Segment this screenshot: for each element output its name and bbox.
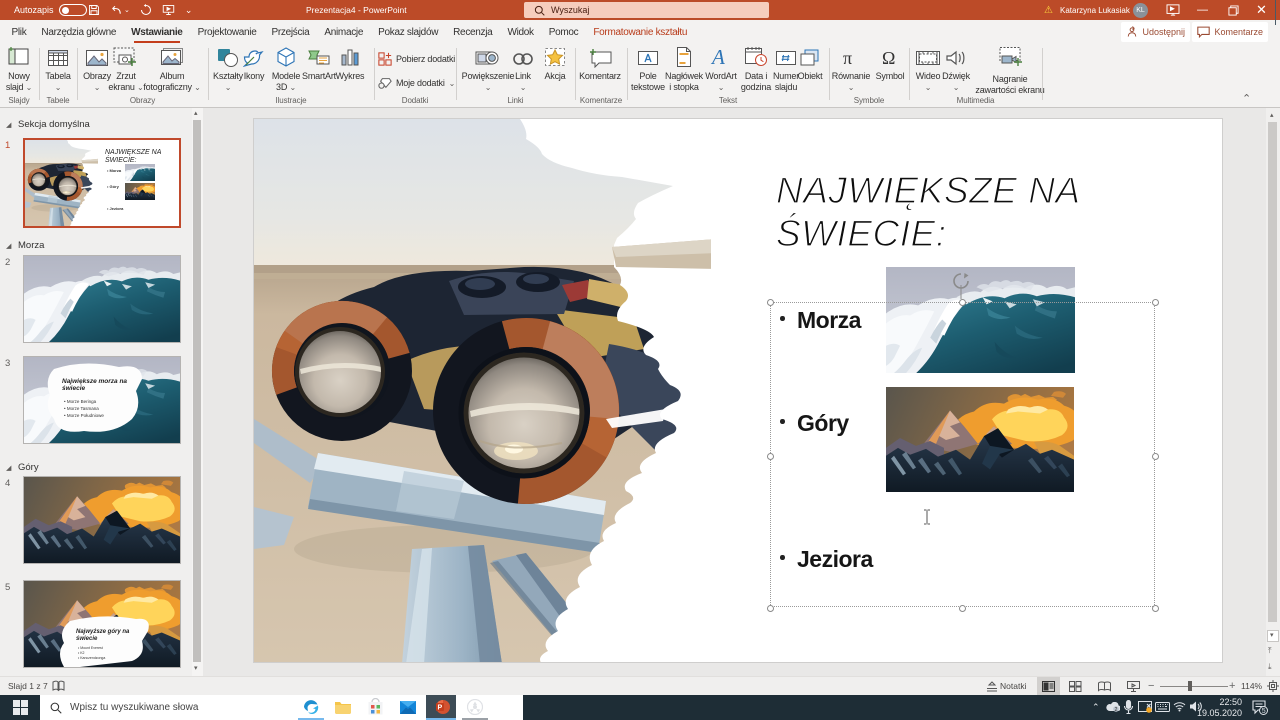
svg-text:świecie: świecie [76, 636, 98, 642]
svg-text:5: 5 [1262, 708, 1266, 715]
svg-text:• Morze Beringa: • Morze Beringa [64, 399, 97, 404]
svg-text:• Jeziora: • Jeziora [107, 206, 124, 211]
svg-text:• Mount Everest: • Mount Everest [78, 646, 103, 650]
svg-text:Największe morza na: Największe morza na [62, 378, 127, 385]
svg-text:• Morze Tasmana: • Morze Tasmana [64, 406, 99, 411]
svg-text:π: π [843, 48, 852, 68]
svg-text:świecie: świecie [62, 385, 86, 392]
svg-text:Ω: Ω [882, 48, 895, 68]
svg-text:• Morze Południowe: • Morze Południowe [64, 413, 104, 418]
svg-text:• Morza: • Morza [107, 168, 122, 173]
svg-text:P: P [438, 705, 443, 712]
svg-text:• K2: • K2 [78, 651, 85, 655]
svg-text:• Góry: • Góry [107, 184, 120, 189]
svg-text:• Kanczendzonga: • Kanczendzonga [78, 656, 105, 660]
svg-text:A: A [710, 46, 725, 68]
svg-text:2: 2 [1115, 707, 1118, 712]
svg-text:NAJWIĘKSZE NA: NAJWIĘKSZE NA [105, 149, 162, 156]
svg-text:ŚWIECIE:: ŚWIECIE: [105, 155, 137, 164]
svg-text:Najwyższe góry na: Najwyższe góry na [76, 629, 130, 635]
